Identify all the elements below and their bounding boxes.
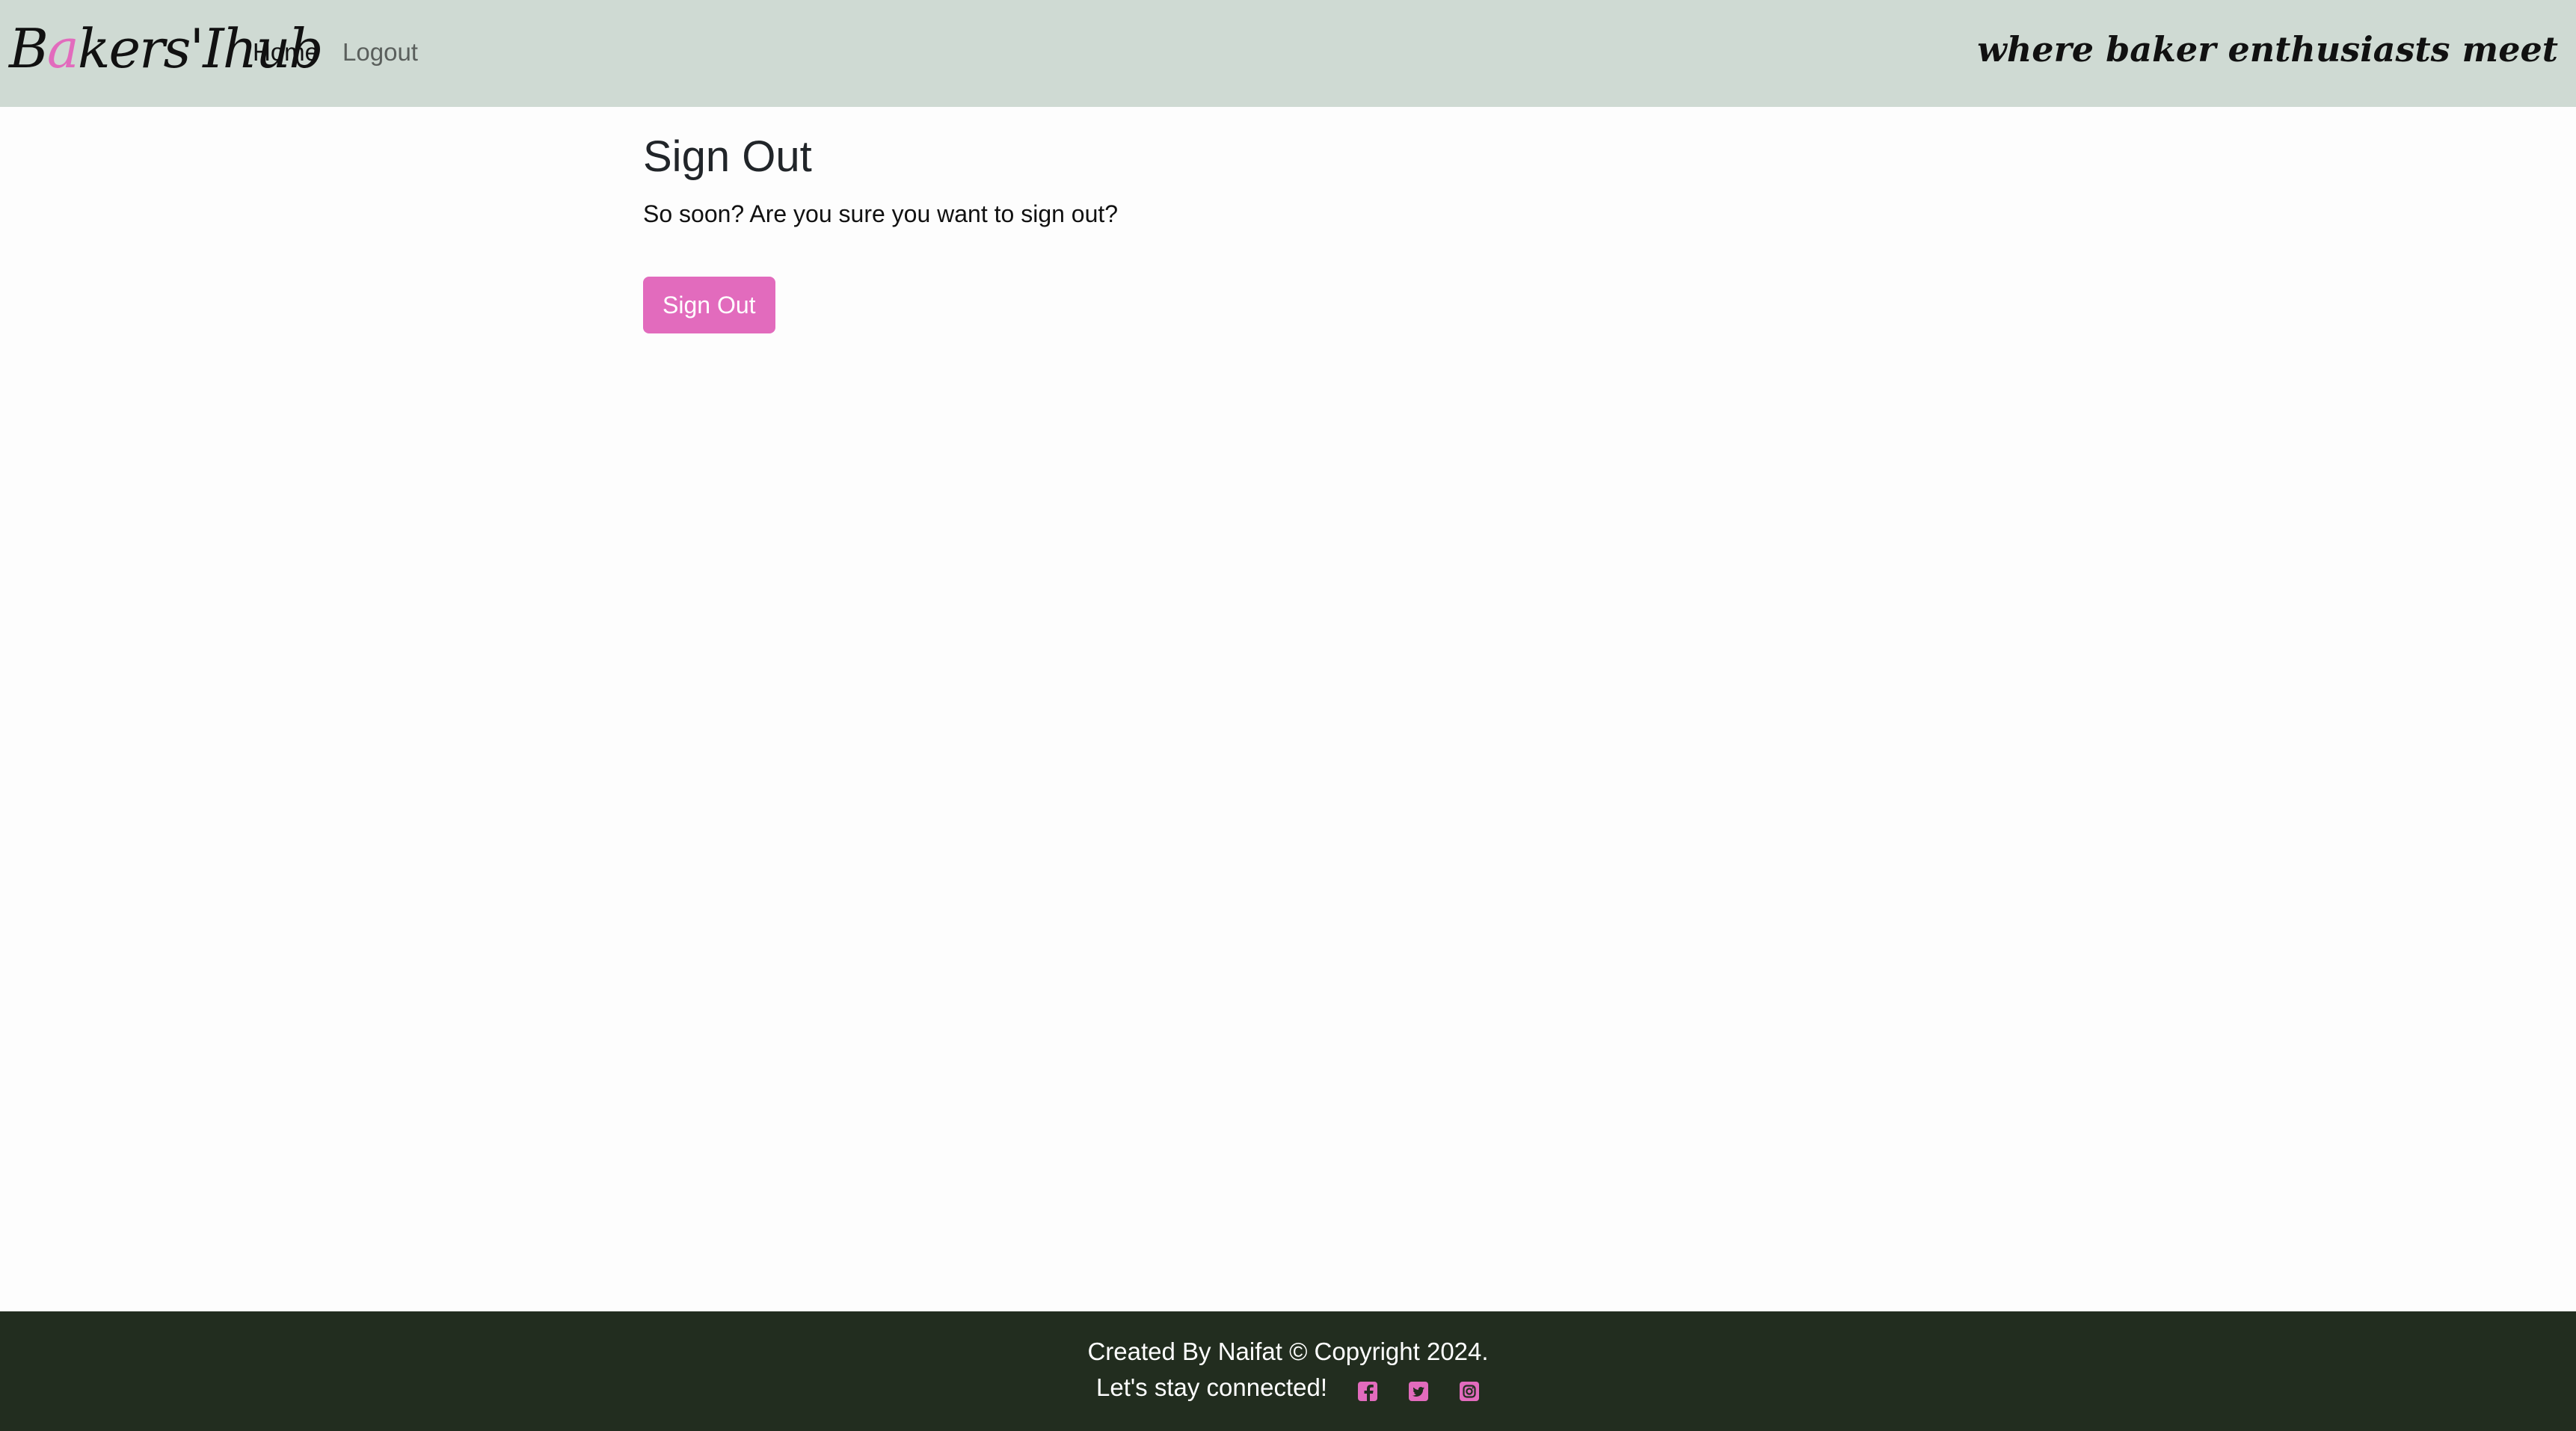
footer-connect-row: Let's stay connected! [0, 1371, 2576, 1404]
footer-connect-text: Let's stay connected! [1096, 1373, 1327, 1401]
brand-first: B [9, 17, 49, 80]
footer-credit: Created By Naifat © Copyright 2024. [1087, 1338, 1489, 1365]
facebook-icon[interactable] [1357, 1377, 1378, 1401]
tagline: where baker enthusiasts meet [1977, 29, 2558, 70]
brand-accent: a [46, 17, 79, 80]
nav-links: Home Logout [253, 36, 418, 69]
instagram-icon[interactable] [1459, 1377, 1480, 1401]
footer: Created By Naifat © Copyright 2024. Let'… [0, 1311, 2576, 1431]
twitter-icon[interactable] [1408, 1377, 1429, 1401]
nav-link-home[interactable]: Home [253, 36, 319, 69]
main-content: Sign Out So soon? Are you sure you want … [643, 127, 1914, 333]
page-title: Sign Out [643, 132, 812, 181]
social-links [1357, 1377, 1480, 1401]
signout-prompt: So soon? Are you sure you want to sign o… [643, 200, 1119, 227]
navbar: Bakers'Ihub Home Logout where baker enth… [0, 0, 2576, 107]
nav-link-logout[interactable]: Logout [342, 36, 418, 69]
sign-out-button[interactable]: Sign Out [643, 277, 775, 333]
